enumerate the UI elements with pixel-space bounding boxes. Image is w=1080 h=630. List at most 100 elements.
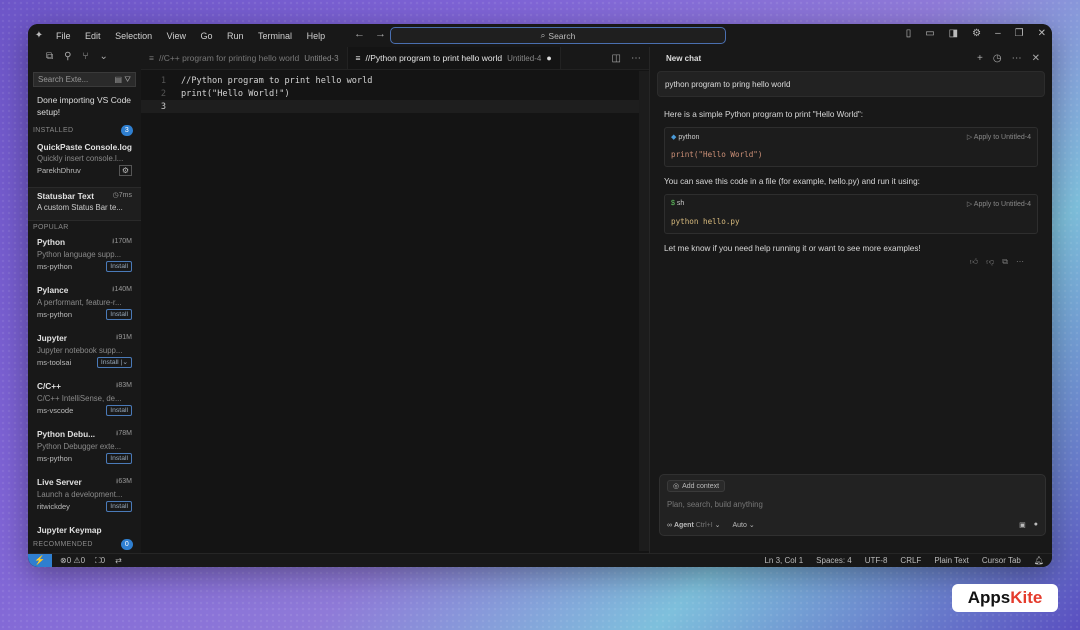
editor-tabs: ≡ //C++ program for printing hello world…: [141, 47, 649, 70]
popular-section-header[interactable]: POPULAR: [28, 221, 141, 234]
toggle-panel-icon[interactable]: ▭: [925, 28, 934, 39]
menu-file[interactable]: File: [56, 31, 71, 41]
extension-item-jupyter-keymap[interactable]: Jupyter Keymap: [28, 522, 141, 536]
ports-indicator[interactable]: ⛶0: [95, 556, 105, 566]
share-icon[interactable]: ⇄: [115, 556, 122, 566]
install-button[interactable]: Install: [106, 261, 132, 272]
close-window-icon[interactable]: ✕: [1038, 28, 1046, 39]
tab-untitled-4[interactable]: ≡ //Python program to print hello world …: [347, 47, 561, 69]
install-dropdown-chevron-icon[interactable]: |⌄: [121, 359, 128, 366]
install-button[interactable]: Install: [106, 501, 132, 512]
install-button[interactable]: Install: [106, 405, 132, 416]
appskite-logo: Apps Kite: [952, 584, 1058, 612]
encoding[interactable]: UTF-8: [865, 556, 888, 565]
menu-go[interactable]: Go: [200, 31, 212, 41]
install-button[interactable]: Install: [106, 453, 132, 464]
chat-input-placeholder[interactable]: Plan, search, build anything: [667, 500, 1038, 509]
installed-count-badge: 3: [121, 125, 133, 136]
installed-section-header[interactable]: INSTALLED 3: [28, 122, 141, 139]
extension-item-live-server[interactable]: Live Server ⭳63M Launch a development... …: [28, 474, 141, 522]
forward-arrow-icon[interactable]: →: [375, 28, 386, 40]
menu-help[interactable]: Help: [307, 31, 326, 41]
problems-indicator[interactable]: ⊗0 ⚠0: [60, 556, 85, 566]
extensions-sidebar: Search Exte... ▤ ⛛ Done importing VS Cod…: [28, 65, 141, 553]
install-button[interactable]: Install |⌄: [96, 357, 132, 368]
menu-terminal[interactable]: Terminal: [258, 31, 292, 41]
source-control-icon[interactable]: ⑂: [82, 51, 88, 62]
search-view-icon[interactable]: ⚲: [64, 51, 71, 62]
menu-run[interactable]: Run: [227, 31, 244, 41]
add-context-button[interactable]: ◎ Add context: [667, 480, 726, 492]
activation-time: 7ms: [118, 192, 132, 199]
explorer-icon[interactable]: ⧉: [46, 51, 53, 62]
tab-untitled-3[interactable]: ≡ //C++ program for printing hello world…: [141, 47, 348, 69]
close-chat-icon[interactable]: ✕: [1032, 53, 1040, 64]
chat-more-icon[interactable]: ⋯: [1012, 53, 1022, 64]
at-icon: ◎: [673, 483, 680, 490]
language-mode[interactable]: Plain Text: [934, 556, 969, 565]
installed-label: INSTALLED: [33, 127, 74, 134]
extension-name: C/C++: [37, 381, 61, 391]
new-chat-plus-icon[interactable]: +: [977, 53, 983, 64]
recommended-section-header[interactable]: RECOMMENDED 0: [28, 536, 141, 553]
agent-mode-dropdown[interactable]: ∞ Agent Ctrl+I ⌄: [667, 521, 721, 529]
line-ending[interactable]: CRLF: [900, 556, 921, 565]
cursor-position[interactable]: Ln 3, Col 1: [764, 556, 803, 565]
extension-item-python[interactable]: Python ⭳170M Python language supp... ms-p…: [28, 234, 141, 282]
notifications-bell-icon[interactable]: 🔔︎: [1034, 556, 1044, 565]
maximize-icon[interactable]: ❐: [1015, 28, 1024, 39]
agent-shortcut: Ctrl+I: [695, 522, 713, 529]
manage-gear-icon[interactable]: ⚙: [118, 165, 132, 176]
send-icon[interactable]: ●: [1034, 521, 1038, 529]
command-search-box[interactable]: ⌕ Search: [390, 27, 726, 44]
more-views-chevron-icon[interactable]: ⌄: [99, 51, 107, 62]
extension-name: Python: [37, 237, 66, 247]
chat-input-box[interactable]: ◎ Add context Plan, search, build anythin…: [659, 474, 1046, 536]
toggle-secondary-sidebar-icon[interactable]: ◨: [949, 28, 958, 39]
back-arrow-icon[interactable]: ←: [354, 28, 365, 40]
split-editor-icon[interactable]: ◫: [612, 53, 621, 64]
unsaved-dot-icon[interactable]: ●: [546, 53, 551, 63]
menu-view[interactable]: View: [167, 31, 186, 41]
image-attach-icon[interactable]: ▣: [1019, 521, 1026, 529]
code-block-content: print("Hello World"): [671, 150, 763, 159]
extension-item-quickpaste[interactable]: QuickPaste Console.log Quickly insert co…: [28, 139, 141, 187]
settings-gear-icon[interactable]: ⚙: [972, 28, 981, 39]
model-dropdown[interactable]: Auto ⌄: [733, 521, 755, 529]
response-more-icon[interactable]: ⋯: [1016, 257, 1024, 267]
history-icon[interactable]: ◷: [993, 53, 1002, 64]
cursor-tab[interactable]: Cursor Tab: [982, 556, 1021, 565]
extension-item-python-debugger[interactable]: Python Debu... ⭳78M Python Debugger exte.…: [28, 426, 141, 474]
extension-item-statusbar-text[interactable]: Statusbar Text ◷7ms A custom Status Bar t…: [28, 187, 141, 221]
remote-icon[interactable]: ⚡: [28, 553, 52, 567]
code-editor[interactable]: 1 //Python program to print hello world …: [141, 70, 649, 113]
extension-name: Jupyter Keymap: [37, 525, 102, 535]
extension-item-cpp[interactable]: C/C++ ⭳83M C/C++ IntelliSense, de... ms-v…: [28, 378, 141, 426]
copy-icon[interactable]: ⧉: [1002, 257, 1008, 267]
filter-icon[interactable]: ▤ ⛛: [114, 75, 131, 85]
user-message[interactable]: python program to pring hello world: [657, 71, 1045, 97]
app-logo-icon: ✦: [34, 30, 44, 41]
thumbs-up-icon[interactable]: 👍︎: [970, 257, 978, 267]
extension-item-pylance[interactable]: Pylance ⭳140M A performant, feature-r... …: [28, 282, 141, 330]
toggle-sidebar-icon[interactable]: ▯: [906, 28, 912, 39]
extension-item-jupyter[interactable]: Jupyter ⭳91M Jupyter notebook supp... ms-…: [28, 330, 141, 378]
menu-edit[interactable]: Edit: [85, 31, 101, 41]
editor-scrollbar[interactable]: [639, 71, 649, 551]
menu-selection[interactable]: Selection: [115, 31, 152, 41]
apply-button[interactable]: ▷ Apply to Untitled-4: [967, 200, 1031, 208]
thumbs-down-icon[interactable]: 👎︎: [986, 257, 994, 267]
line-number: 3: [160, 101, 166, 112]
extensions-search-input[interactable]: Search Exte... ▤ ⛛: [33, 72, 136, 87]
indentation[interactable]: Spaces: 4: [816, 556, 852, 565]
tab-subtitle: Untitled-4: [507, 53, 542, 63]
extension-name: Pylance: [37, 285, 69, 295]
extension-description: Launch a development...: [37, 490, 123, 499]
minimize-icon[interactable]: –: [995, 28, 1001, 39]
code-block-lang: python: [678, 134, 700, 141]
ports-count: 0: [100, 555, 106, 565]
more-actions-icon[interactable]: ⋯: [631, 53, 641, 64]
code-block-lang: sh: [676, 200, 685, 207]
apply-button[interactable]: ▷ Apply to Untitled-4: [967, 133, 1031, 141]
install-button[interactable]: Install: [106, 309, 132, 320]
